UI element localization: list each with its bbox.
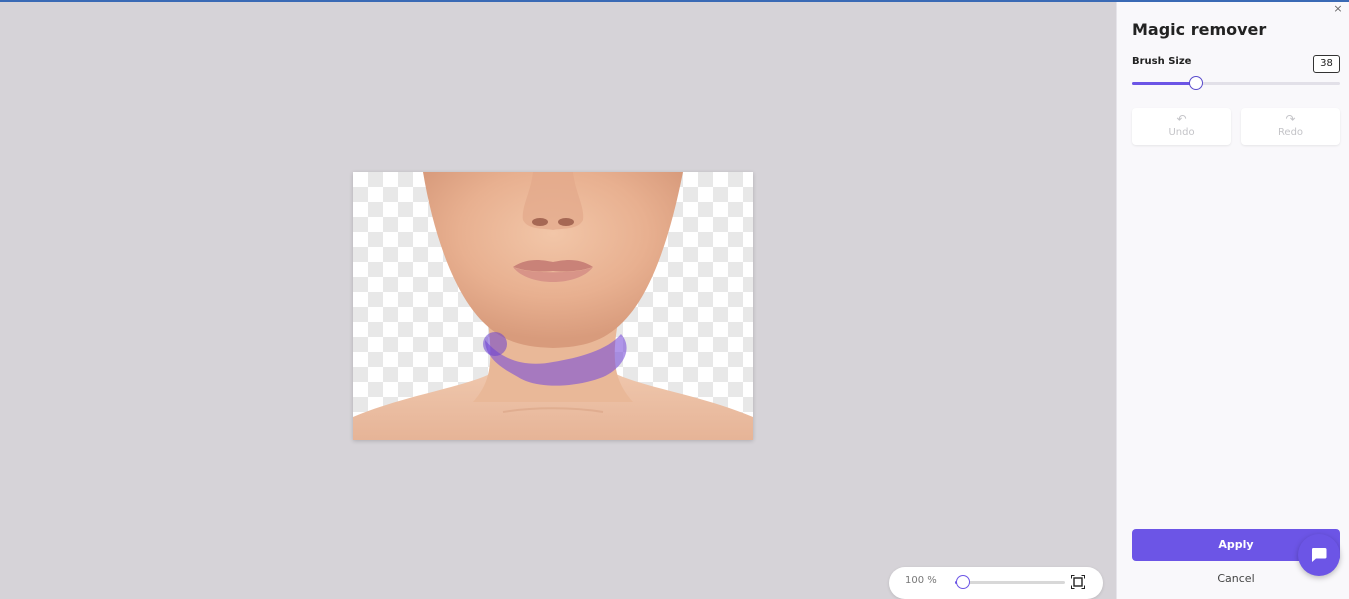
brush-size-slider-fill: [1132, 82, 1197, 85]
fit-to-screen-icon[interactable]: [1071, 575, 1085, 589]
brush-size-slider[interactable]: [1132, 76, 1340, 90]
zoom-slider-thumb[interactable]: [955, 575, 970, 589]
redo-button[interactable]: ↷ Redo: [1241, 108, 1340, 145]
zoom-control: 100 %: [889, 567, 1103, 599]
undo-icon: ↶: [1176, 112, 1187, 126]
chat-icon: [1312, 548, 1327, 562]
brush-size-label: Brush Size: [1132, 56, 1192, 67]
chat-button[interactable]: [1298, 534, 1340, 576]
edited-image[interactable]: [353, 172, 753, 440]
brush-size-value[interactable]: 38: [1313, 55, 1340, 73]
undo-button[interactable]: ↶ Undo: [1132, 108, 1231, 145]
brush-size-slider-thumb[interactable]: [1189, 76, 1204, 90]
undo-label: Undo: [1168, 127, 1195, 138]
magic-remover-panel: × Magic remover Brush Size 38 ↶ Undo ↷ R…: [1116, 2, 1349, 599]
redo-icon: ↷: [1285, 112, 1296, 126]
close-icon[interactable]: ×: [1333, 3, 1343, 14]
zoom-level-label: 100 %: [905, 575, 937, 586]
zoom-slider[interactable]: [955, 575, 1065, 589]
cancel-button[interactable]: Cancel: [1132, 572, 1340, 585]
panel-title: Magic remover: [1132, 20, 1267, 39]
face-photo: [353, 172, 753, 440]
redo-label: Redo: [1277, 127, 1304, 138]
canvas-area[interactable]: 100 %: [0, 2, 1116, 599]
